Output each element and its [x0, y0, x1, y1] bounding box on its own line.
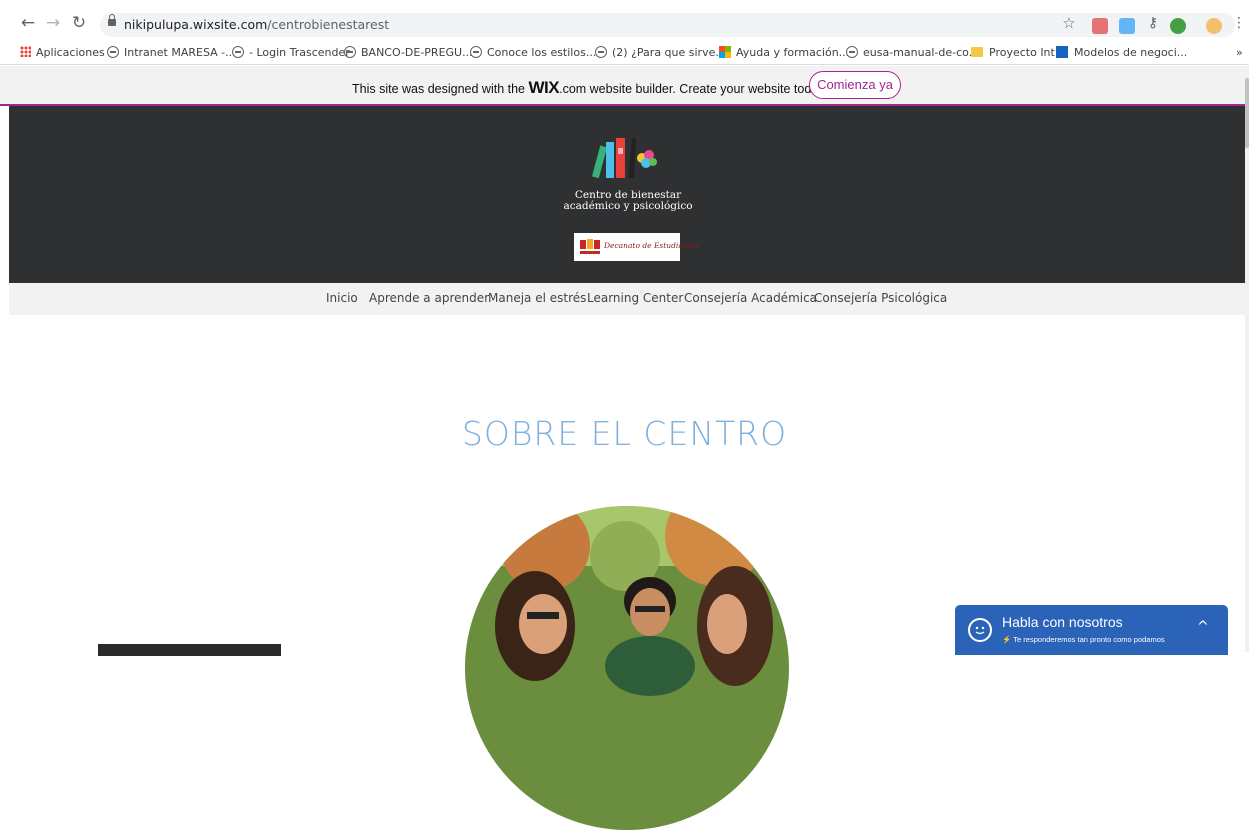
- browser-toolbar: ← → ↻ nikipulupa.wixsite.com/centrobiene…: [0, 0, 1249, 42]
- bookmarks-overflow[interactable]: »: [1236, 46, 1243, 62]
- nav-inicio[interactable]: Inicio: [326, 291, 358, 305]
- globe-icon: [232, 46, 244, 58]
- nav-consejeria-psicologica[interactable]: Consejería Psicológica: [814, 291, 947, 305]
- bookmarks-bar: Aplicaciones Intranet MARESA -... - Logi…: [0, 42, 1249, 65]
- scrollbar-thumb[interactable]: [1245, 78, 1249, 148]
- lock-icon[interactable]: [108, 14, 116, 26]
- bookmark-folder[interactable]: Proyecto Int: [971, 46, 1055, 62]
- dark-panel-edge: [98, 644, 281, 656]
- partner-text: Decanato de Estudiantes: [604, 241, 699, 250]
- docs-extension-icon[interactable]: [1119, 18, 1135, 34]
- chat-widget[interactable]: Habla con nosotros ⚡ Te responderemos ta…: [955, 605, 1228, 655]
- nav-consejeria-academica[interactable]: Consejería Académica: [684, 291, 817, 305]
- back-icon[interactable]: ←: [19, 14, 37, 32]
- pdf-extension-icon[interactable]: [1092, 18, 1108, 34]
- nav-learning-center[interactable]: Learning Center: [587, 291, 683, 305]
- bookmark-item[interactable]: (2) ¿Para que sirve...: [595, 46, 726, 62]
- menu-icon[interactable]: ⋮: [1230, 14, 1248, 32]
- atlassian-icon: [1056, 46, 1068, 58]
- nav-aprende-a-aprender[interactable]: Aprende a aprender: [369, 291, 489, 305]
- page-title: SOBRE EL CENTRO: [461, 414, 788, 453]
- smiley-icon: [968, 618, 992, 642]
- key-extension-icon[interactable]: ⚷: [1144, 14, 1162, 32]
- apps-grid-icon: [20, 46, 31, 57]
- bookmark-item[interactable]: Modelos de negoci...: [1056, 46, 1187, 62]
- bookmark-item[interactable]: Ayuda y formación...: [719, 46, 849, 62]
- bookmark-item[interactable]: - Login Trascender: [232, 46, 350, 62]
- wix-brand: WIX: [528, 78, 560, 97]
- site-logo-text: Centro de bienestar académico y psicológ…: [563, 189, 693, 212]
- decanato-logo: Decanato de Estudiantes: [574, 233, 699, 261]
- url-text[interactable]: nikipulupa.wixsite.com/centrobienestares…: [124, 17, 389, 32]
- site-navbar: Inicio Aprende a aprender Maneja el estr…: [9, 283, 1245, 315]
- bookmark-apps[interactable]: Aplicaciones: [20, 46, 105, 62]
- chevron-up-icon[interactable]: ^: [1197, 619, 1209, 635]
- bookmark-item[interactable]: Conoce los estilos...: [470, 46, 596, 62]
- chat-title: Habla con nosotros: [1002, 614, 1123, 630]
- nav-maneja-el-estres[interactable]: Maneja el estrés: [488, 291, 586, 305]
- folder-icon: [971, 47, 983, 57]
- globe-icon: [595, 46, 607, 58]
- forward-icon[interactable]: →: [44, 14, 62, 32]
- bookmark-item[interactable]: BANCO-DE-PREGU...: [344, 46, 473, 62]
- wix-banner-text: This site was designed with the WIX.com …: [352, 78, 828, 97]
- bookmark-item[interactable]: eusa-manual-de-co...: [846, 46, 979, 62]
- microsoft-icon: [719, 46, 731, 58]
- chat-subtitle: ⚡ Te responderemos tan pronto como podam…: [1002, 635, 1165, 644]
- globe-icon: [470, 46, 482, 58]
- wix-ad-banner: This site was designed with the WIX.com …: [0, 66, 1249, 106]
- reload-icon[interactable]: ↻: [70, 14, 88, 32]
- profile-avatar[interactable]: [1206, 18, 1222, 34]
- students-photo: [465, 506, 789, 830]
- books-brain-logo[interactable]: [592, 132, 662, 180]
- comienza-ya-button[interactable]: Comienza ya: [809, 71, 901, 99]
- globe-icon: [107, 46, 119, 58]
- star-icon[interactable]: ☆: [1060, 14, 1078, 32]
- shield-extension-icon[interactable]: [1170, 18, 1186, 34]
- bookmark-item[interactable]: Intranet MARESA -...: [107, 46, 236, 62]
- lightning-icon: ⚡: [1002, 635, 1014, 644]
- globe-icon: [846, 46, 858, 58]
- globe-icon: [344, 46, 356, 58]
- scrollbar-track[interactable]: [1245, 66, 1249, 652]
